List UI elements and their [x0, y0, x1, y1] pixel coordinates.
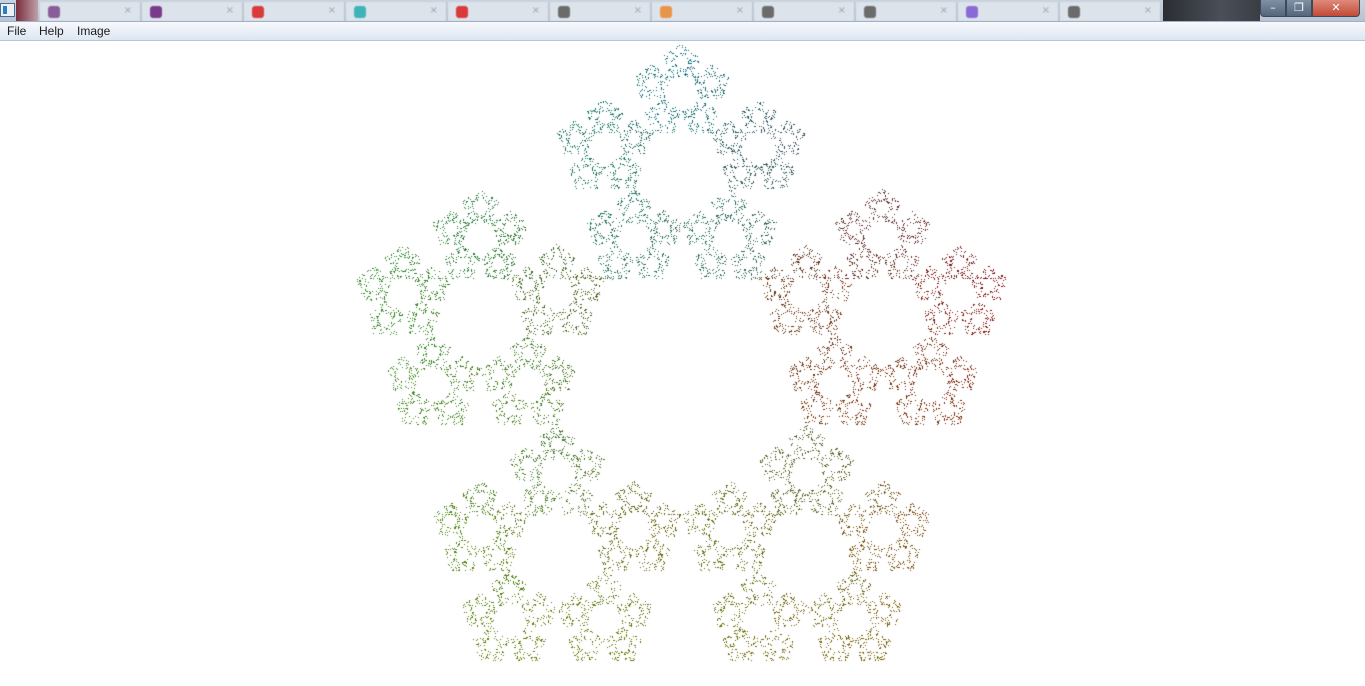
pentagon-fractal-image [0, 41, 1365, 686]
background-tab: × [958, 2, 1059, 21]
menu-help[interactable]: Help [39, 24, 64, 39]
tab-favicon-icon [762, 6, 774, 18]
background-tab: × [142, 2, 243, 21]
background-tab: × [346, 2, 447, 21]
background-tab: × [448, 2, 549, 21]
minimize-button[interactable]: – [1260, 0, 1286, 17]
background-tab-fragment [16, 0, 38, 21]
background-tab: × [550, 2, 651, 21]
tab-favicon-icon [1068, 6, 1080, 18]
tab-favicon-icon [150, 6, 162, 18]
tab-favicon-icon [864, 6, 876, 18]
background-tab: × [244, 2, 345, 21]
minimize-icon: – [1270, 1, 1276, 14]
menu-bar: File Help Image [0, 21, 1365, 41]
tab-close-icon: × [939, 5, 948, 16]
tab-close-icon: × [327, 5, 336, 16]
drawing-area [0, 41, 1365, 686]
close-icon: ✕ [1331, 1, 1341, 14]
background-tab: × [652, 2, 753, 21]
tab-close-icon: × [633, 5, 642, 16]
tab-close-icon: × [1143, 5, 1152, 16]
background-window-fragment [1163, 0, 1260, 21]
tab-close-icon: × [531, 5, 540, 16]
tab-close-icon: × [225, 5, 234, 16]
tab-favicon-icon [48, 6, 60, 18]
app-icon [0, 3, 15, 17]
tab-favicon-icon [966, 6, 978, 18]
tab-favicon-icon [252, 6, 264, 18]
tab-favicon-icon [660, 6, 672, 18]
tab-favicon-icon [558, 6, 570, 18]
menu-file[interactable]: File [7, 24, 26, 39]
restore-icon: ❐ [1294, 1, 1304, 14]
tab-close-icon: × [123, 5, 132, 16]
tab-favicon-icon [456, 6, 468, 18]
tab-close-icon: × [1041, 5, 1050, 16]
close-button[interactable]: ✕ [1312, 0, 1360, 17]
background-tab: × [754, 2, 855, 21]
background-tab: × [40, 2, 141, 21]
background-tab: × [1060, 2, 1161, 21]
background-tab: × [856, 2, 957, 21]
maximize-button[interactable]: ❐ [1286, 0, 1312, 17]
tab-close-icon: × [429, 5, 438, 16]
tab-favicon-icon [354, 6, 366, 18]
tab-close-icon: × [735, 5, 744, 16]
menu-image[interactable]: Image [77, 24, 110, 39]
tab-close-icon: × [837, 5, 846, 16]
title-bar: × × × × × × × × × × × – ❐ ✕ [0, 0, 1365, 21]
background-browser-tabs: × × × × × × × × × × × [40, 0, 1165, 21]
